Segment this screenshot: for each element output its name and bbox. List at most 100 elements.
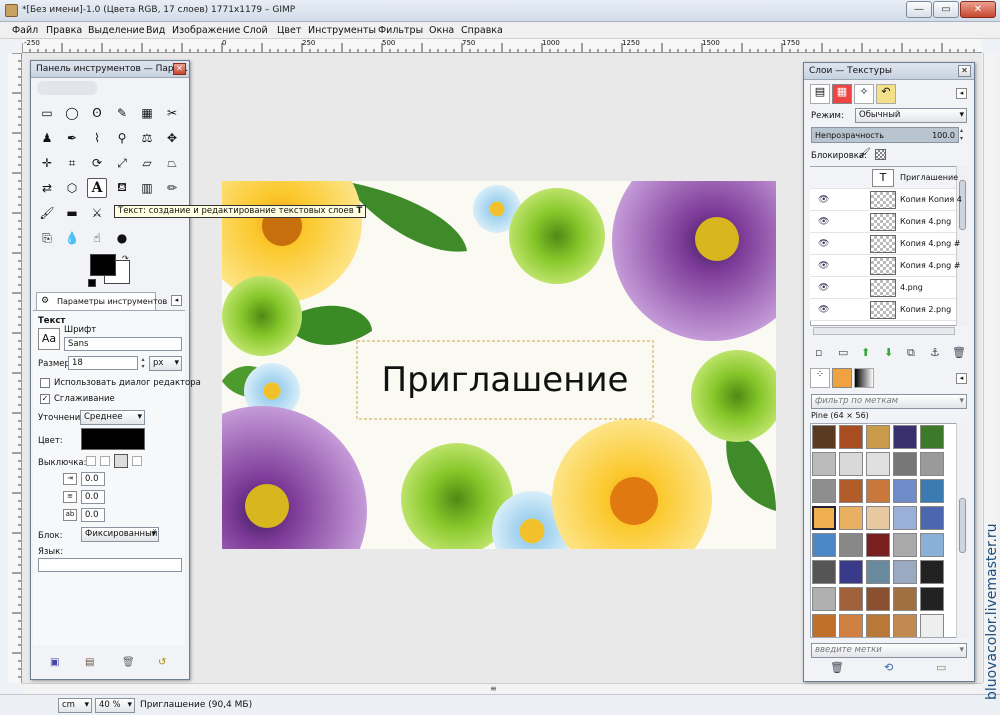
bucket-fill-icon[interactable]: ⛾: [112, 178, 132, 198]
patterns-scrollbar[interactable]: [956, 423, 968, 638]
ellipse-select-icon[interactable]: ◯: [62, 103, 82, 123]
eye-icon[interactable]: 👁: [818, 217, 829, 227]
zoom-select[interactable]: 40 %: [95, 698, 135, 713]
eye-icon[interactable]: 👁: [818, 239, 829, 249]
minimize-button[interactable]: —: [906, 1, 932, 18]
maximize-button[interactable]: ▭: [933, 1, 959, 18]
hinting-select[interactable]: Среднее: [80, 410, 145, 425]
raise-layer-icon[interactable]: ⬆: [861, 346, 870, 359]
menu-filters[interactable]: Фильтры: [378, 25, 423, 36]
horizontal-ruler[interactable]: -250 0 250 500 750 1000 1250 1500 1750: [22, 39, 982, 53]
color-select-icon[interactable]: ▦: [137, 103, 157, 123]
opacity-slider[interactable]: Непрозрачность 100.0: [811, 127, 959, 143]
swap-colors-icon[interactable]: ↷: [122, 254, 129, 263]
eye-icon[interactable]: 👁: [818, 261, 829, 271]
patterns-tab-menu-icon[interactable]: ◂: [956, 373, 967, 384]
measure-icon[interactable]: ⚖: [137, 128, 157, 148]
unit-select[interactable]: cm: [58, 698, 92, 713]
pattern-swatch[interactable]: [893, 587, 917, 611]
blur-icon[interactable]: 💧: [62, 228, 82, 248]
eye-icon[interactable]: 👁: [818, 283, 829, 293]
pattern-swatch[interactable]: [920, 479, 944, 503]
tab-gradients[interactable]: [854, 368, 874, 388]
anchor-layer-icon[interactable]: ⚓: [930, 346, 940, 359]
pattern-swatch[interactable]: [812, 587, 836, 611]
pattern-swatch[interactable]: [866, 560, 890, 584]
pattern-swatch[interactable]: [839, 479, 863, 503]
foreground-color-swatch[interactable]: [90, 254, 116, 276]
align-icon[interactable]: ✛: [37, 153, 57, 173]
pattern-swatch[interactable]: [866, 452, 890, 476]
save-options-icon[interactable]: ▣: [50, 657, 59, 668]
new-layer-icon[interactable]: ▫: [815, 346, 822, 359]
layers-dock-close-button[interactable]: ✕: [958, 65, 971, 77]
layer-row[interactable]: 👁 Копия 4.png: [810, 211, 956, 233]
language-input[interactable]: [38, 558, 182, 572]
layer-row[interactable]: 👁 Копия 4.png #: [810, 255, 960, 277]
move-icon[interactable]: ✥: [162, 128, 182, 148]
crop-icon[interactable]: ⌗: [62, 153, 82, 173]
pattern-swatch[interactable]: [839, 506, 863, 530]
horizontal-scrollbar[interactable]: ≡: [22, 683, 982, 694]
pattern-swatch[interactable]: [893, 425, 917, 449]
pattern-swatch[interactable]: [920, 452, 944, 476]
use-editor-checkbox[interactable]: [40, 378, 50, 388]
tab-channels[interactable]: ▦: [832, 84, 852, 104]
tab-menu-icon[interactable]: ◂: [171, 295, 182, 306]
paintbrush-icon[interactable]: 🖌: [37, 203, 57, 223]
pattern-swatch[interactable]: [866, 506, 890, 530]
menu-file[interactable]: Файл: [12, 25, 38, 36]
justify-fill-icon[interactable]: [132, 456, 142, 466]
opacity-spinner-icon[interactable]: ▴ ▾: [960, 127, 967, 143]
close-button[interactable]: ✕: [960, 1, 996, 18]
scale-icon[interactable]: ⤢: [112, 153, 132, 173]
layers-hscrollbar[interactable]: [813, 327, 955, 335]
default-colors-icon[interactable]: [88, 279, 96, 287]
delete-pattern-icon[interactable]: 🗑: [830, 661, 844, 674]
vertical-ruler[interactable]: [8, 53, 22, 683]
layer-row[interactable]: 👁 Копия Копия 4: [810, 189, 962, 211]
refresh-patterns-icon[interactable]: ⟲: [884, 661, 893, 674]
pattern-swatch[interactable]: [893, 533, 917, 557]
pattern-filter-select[interactable]: фильтр по меткам: [811, 394, 967, 409]
letter-spacing-input[interactable]: 0.0: [81, 508, 105, 522]
layer-row[interactable]: 👁 Копия 4.png #: [810, 233, 960, 255]
patterns-scroll-thumb[interactable]: [959, 498, 966, 553]
open-pattern-folder-icon[interactable]: ▭: [936, 661, 946, 674]
pattern-swatch[interactable]: [866, 425, 890, 449]
pattern-swatch[interactable]: [893, 452, 917, 476]
lower-layer-icon[interactable]: ⬇: [884, 346, 893, 359]
tab-brushes[interactable]: ⁘: [810, 368, 830, 388]
layer-row[interactable]: 👁 4.png: [810, 277, 956, 299]
cage-icon[interactable]: ⬡: [62, 178, 82, 198]
clone-icon[interactable]: ⎘: [37, 228, 57, 248]
tab-tool-options[interactable]: ⚙ Параметры инструментов: [36, 292, 167, 310]
menu-view[interactable]: Вид: [146, 25, 165, 36]
font-preview-button[interactable]: Aa: [38, 328, 60, 350]
pattern-swatch[interactable]: [920, 506, 944, 530]
pattern-swatch[interactable]: [812, 560, 836, 584]
pattern-swatch[interactable]: [839, 452, 863, 476]
layers-tab-menu-icon[interactable]: ◂: [956, 88, 967, 99]
pattern-swatch[interactable]: [812, 533, 836, 557]
pattern-swatch[interactable]: [812, 452, 836, 476]
tab-patterns[interactable]: [832, 368, 852, 388]
pattern-tags-input[interactable]: введите метки: [811, 643, 967, 658]
pattern-swatch[interactable]: [920, 587, 944, 611]
pattern-swatch[interactable]: [893, 560, 917, 584]
justify-center-icon[interactable]: [114, 454, 128, 468]
layer-row[interactable]: 👁 Копия 2.png: [810, 299, 956, 321]
shear-icon[interactable]: ▱: [137, 153, 157, 173]
rect-select-icon[interactable]: ▭: [37, 103, 57, 123]
pattern-swatch[interactable]: [893, 614, 917, 637]
layer-row[interactable]: T Приглашение: [810, 167, 958, 189]
menu-tools[interactable]: Инструменты: [308, 25, 376, 36]
paths-icon[interactable]: ✒: [62, 128, 82, 148]
dodge-burn-icon[interactable]: ●: [112, 228, 132, 248]
pencil-icon[interactable]: ✏: [162, 178, 182, 198]
justify-right-icon[interactable]: [100, 456, 110, 466]
menu-color[interactable]: Цвет: [277, 25, 301, 36]
pattern-swatch[interactable]: [866, 479, 890, 503]
lock-alpha-icon[interactable]: [875, 149, 886, 160]
pattern-swatch[interactable]: [866, 533, 890, 557]
